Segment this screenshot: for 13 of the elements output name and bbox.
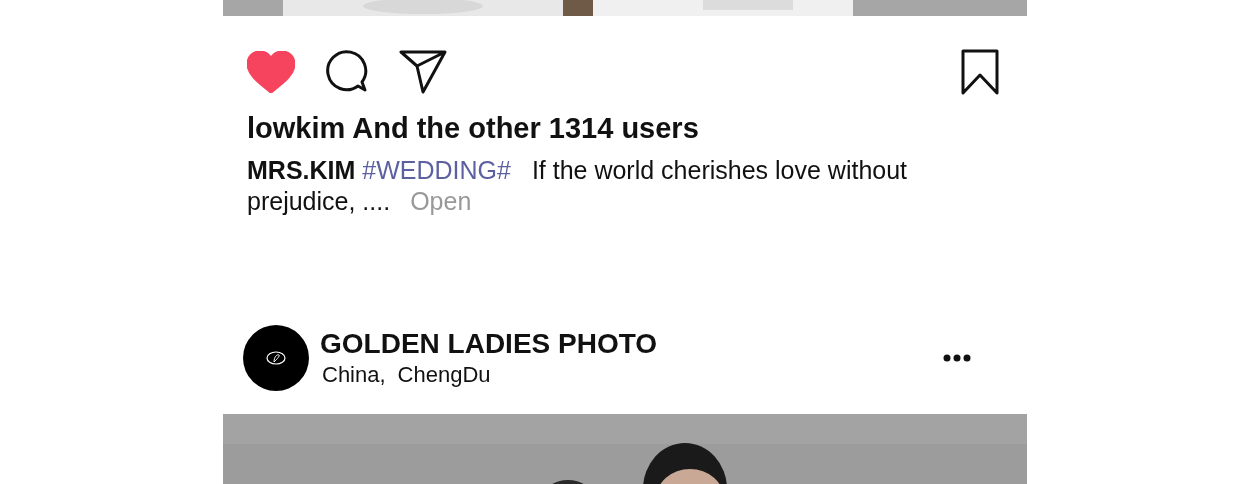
heart-icon[interactable] bbox=[247, 51, 295, 93]
username-link[interactable]: MRS.KIM bbox=[247, 156, 356, 184]
send-icon[interactable] bbox=[399, 50, 447, 94]
location-text: China, bbox=[322, 362, 386, 388]
more-icon[interactable] bbox=[943, 354, 971, 362]
post-caption: MRS.KIM #WEDDING# If the world cherishes love without prejudice, .... Open bbox=[247, 155, 909, 217]
location-text: ChengDu bbox=[397, 362, 491, 388]
likes-count: lowkim And the other 1314 users bbox=[246, 111, 700, 145]
account-name[interactable]: GOLDEN LADIES PHOTO bbox=[320, 328, 943, 360]
comment-icon[interactable] bbox=[325, 50, 369, 94]
bookmark-icon[interactable] bbox=[961, 49, 999, 95]
hashtag-link[interactable]: #WEDDING# bbox=[362, 156, 511, 184]
logo-icon bbox=[266, 351, 286, 365]
